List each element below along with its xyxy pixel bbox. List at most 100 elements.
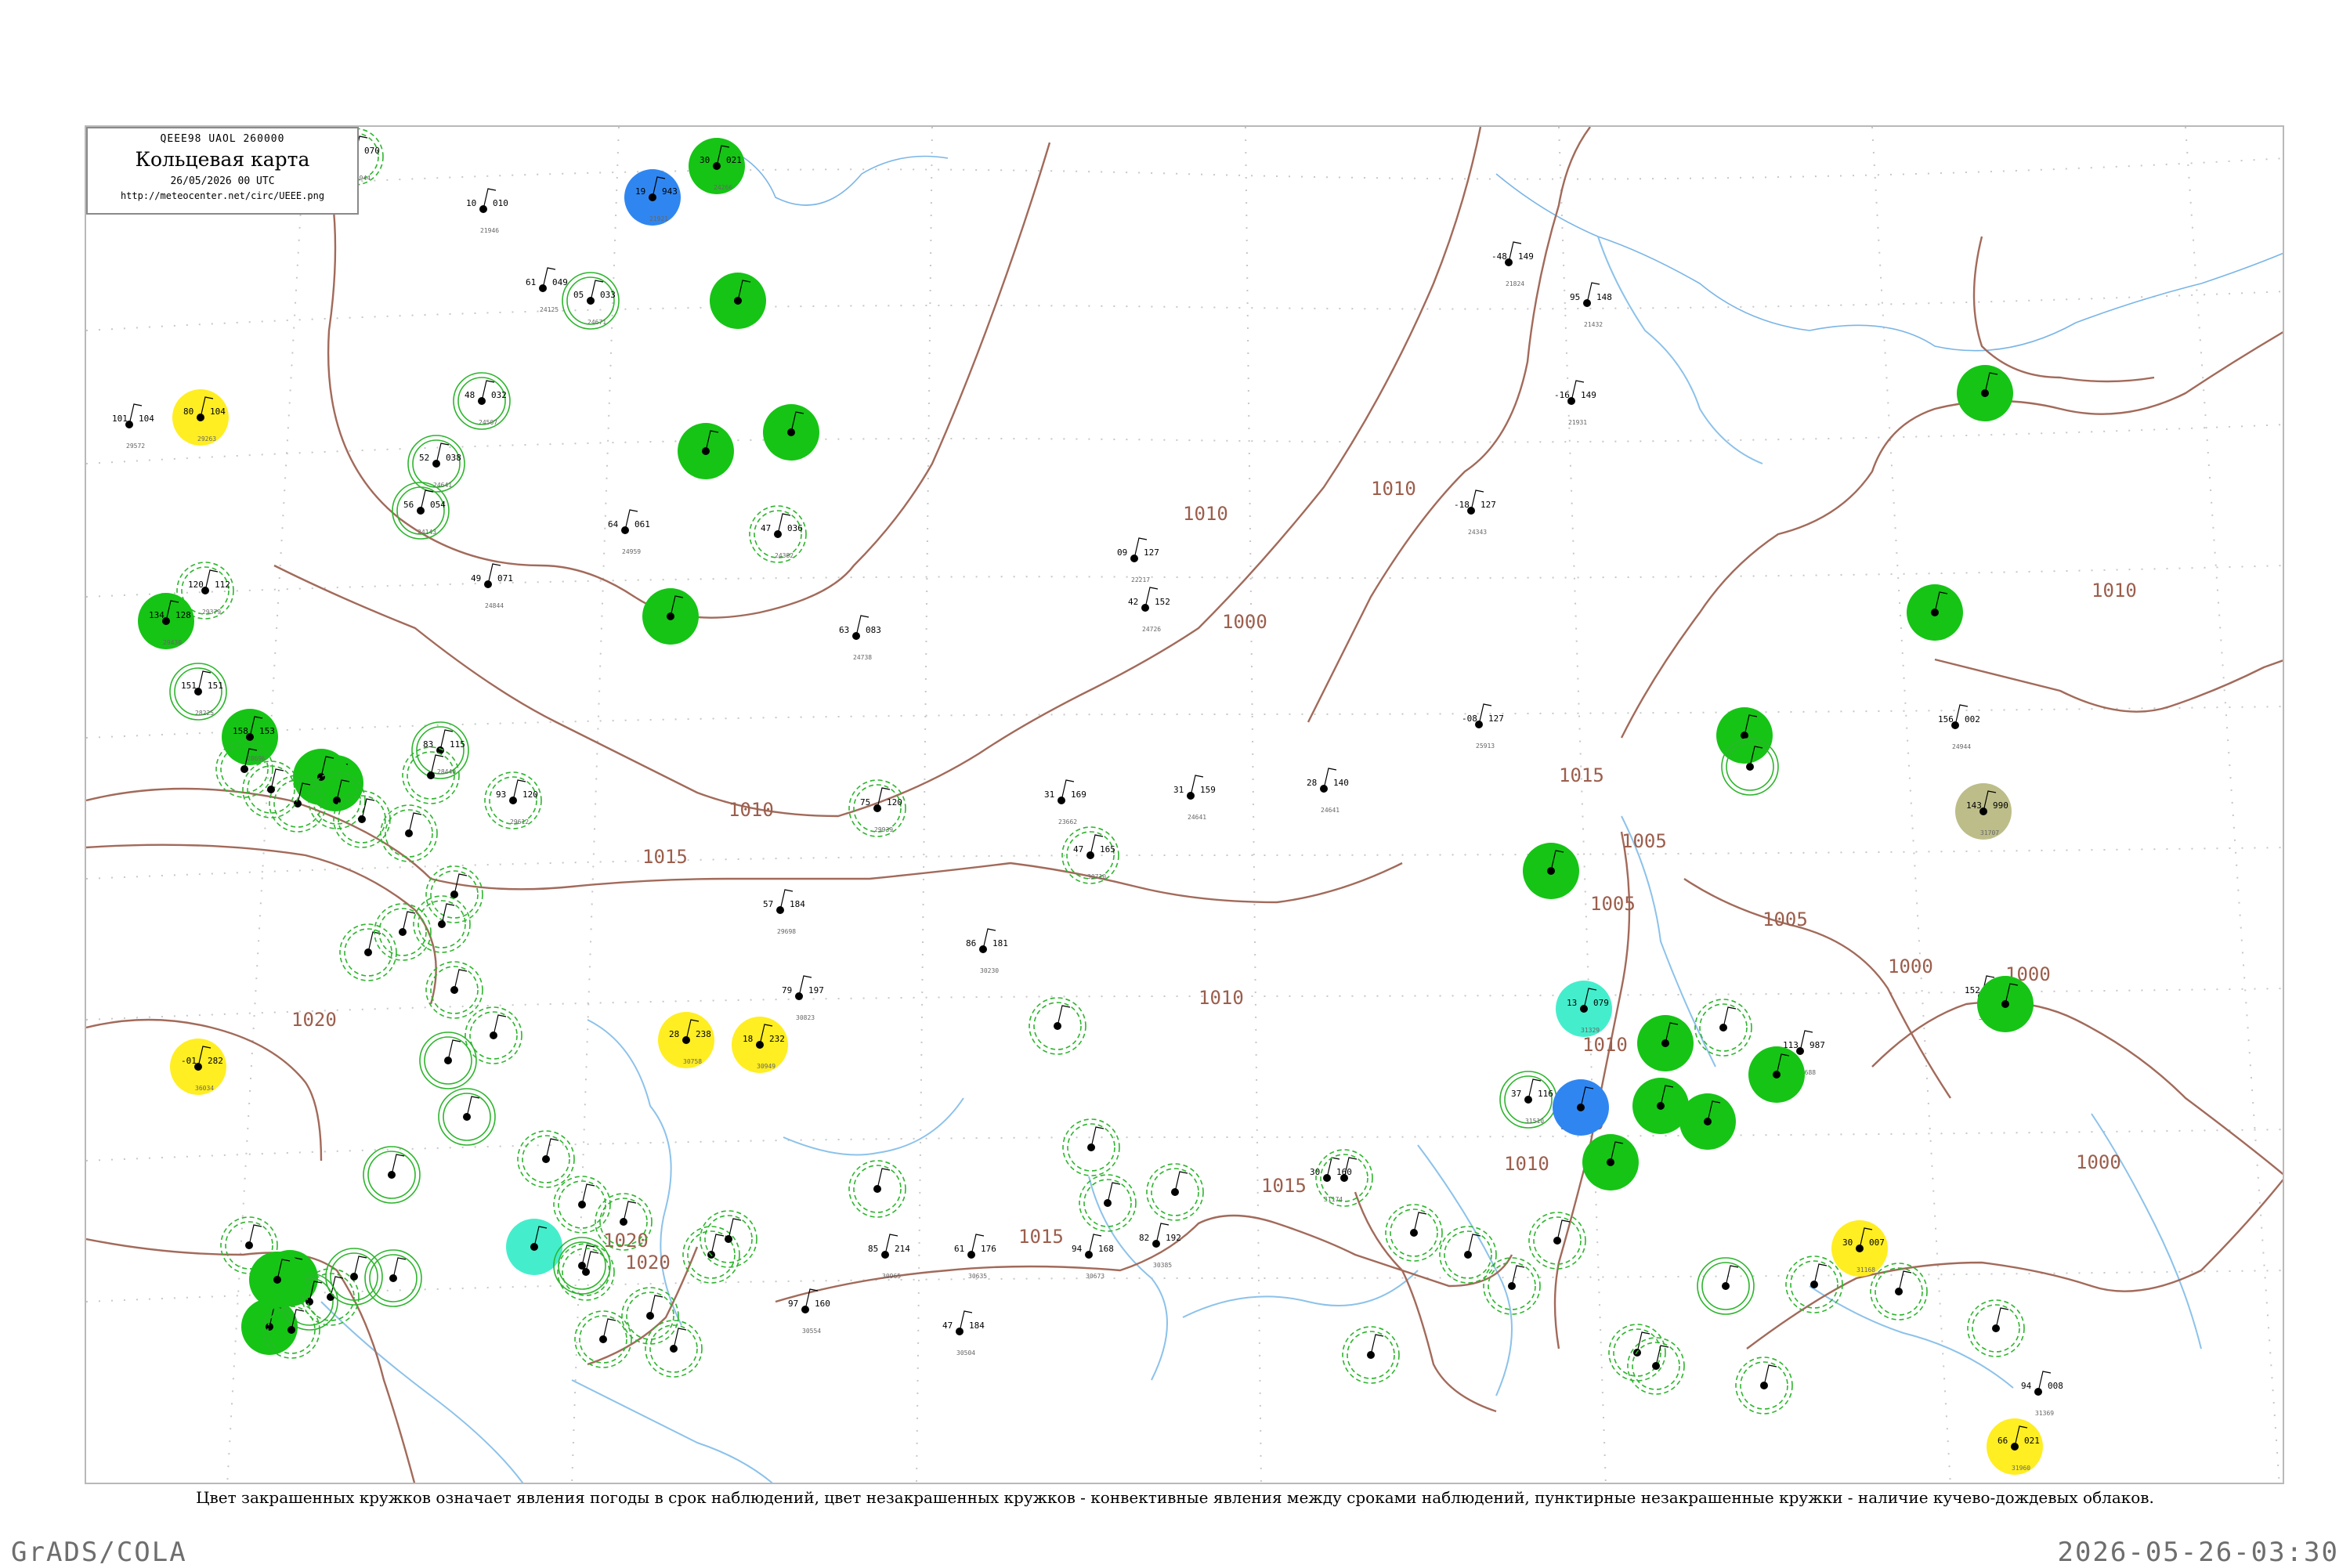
station-temperature: 30 <box>1842 1237 1853 1248</box>
software-credit: GrADS/COLA <box>11 1537 187 1568</box>
station-25: 28 140 24641 <box>1307 768 1349 814</box>
isobar-label: 1000 <box>2076 1151 2121 1173</box>
station-temperature: 30 <box>700 155 710 165</box>
station-index: 24266 <box>714 184 732 191</box>
map-title: Кольцевая карта <box>135 148 310 171</box>
station-pressure: 127 <box>1480 500 1496 510</box>
station-index: 31960 <box>2012 1465 2030 1472</box>
station-marker-40 <box>645 1320 703 1378</box>
station-index: 31168 <box>1856 1266 1875 1274</box>
station-10: 64 061 24959 <box>608 509 650 555</box>
station-54: 82 192 30385 <box>1139 1223 1181 1269</box>
bulletin-code: QEEE98 UAOL 260000 <box>160 133 285 145</box>
station-marker-32 <box>363 1146 421 1204</box>
station-51: 94 168 30673 <box>1072 1234 1114 1280</box>
station-marker-31 <box>438 1088 496 1146</box>
station-38: 143 990 31707 <box>1955 783 2012 840</box>
station-23: 31 169 23662 <box>1044 779 1086 826</box>
station-marker-12 <box>1694 999 1752 1057</box>
station-pressure: 238 <box>696 1029 711 1039</box>
station-index: 29263 <box>197 435 216 443</box>
station-marker-19 <box>1385 1204 1443 1262</box>
station-index: 29430 <box>163 639 182 646</box>
station-pressure: 184 <box>790 899 805 909</box>
station-index: 24671 <box>588 319 606 326</box>
station-pressure: 070 <box>364 146 380 156</box>
station-temperature: 31 <box>1173 785 1184 795</box>
station-pressure: 120 <box>522 789 538 800</box>
station-pressure: 128 <box>175 610 191 620</box>
station-marker-14 <box>1748 1046 1805 1103</box>
station-21: 93 120 29612 <box>484 771 542 829</box>
station-24: 31 159 24641 <box>1173 775 1216 821</box>
isobars <box>86 127 2283 1483</box>
station-index: 24641 <box>1321 807 1340 814</box>
station-marker-42 <box>517 1130 575 1188</box>
station-pressure: 987 <box>1810 1040 1825 1050</box>
station-marker-57 <box>249 1252 306 1308</box>
station-pressure: 038 <box>446 453 461 463</box>
station-pressure: 148 <box>1596 292 1612 302</box>
station-20: 83 11528440 <box>411 721 469 779</box>
station-temperature: -01 <box>181 1056 197 1066</box>
station-temperature: 75 <box>860 797 870 807</box>
station-index: 30710 <box>1087 873 1106 880</box>
station-temperature: -18 <box>1454 500 1470 510</box>
source-url[interactable]: http://meteocenter.net/circ/UEEE.png <box>88 190 357 201</box>
station-index: 21432 <box>1584 321 1603 328</box>
station-marker-11 <box>1637 1015 1694 1071</box>
station-marker-1 <box>763 404 819 461</box>
station-36: 66 021 31960 <box>1987 1418 2043 1475</box>
station-temperature: 18 <box>743 1034 753 1044</box>
station-marker-56 <box>325 1248 383 1306</box>
station-marker-67 <box>242 761 300 818</box>
station-temperature: -08 <box>1462 714 1477 724</box>
station-33: -01 282 36034 <box>170 1039 226 1095</box>
station-pressure: 010 <box>493 198 508 208</box>
isobar-label: 1000 <box>1888 956 1933 977</box>
station-pressure: 120 <box>887 797 902 807</box>
isobar-labels: 1015 1010 1010 1000 1005 1005 1010 1015 1000 1010… <box>291 478 2137 1274</box>
station-temperature: 47 <box>942 1321 953 1331</box>
station-11: 63 083 24738 <box>839 615 881 661</box>
station-index: 31329 <box>1581 1027 1600 1034</box>
station-marker-69 <box>402 746 460 804</box>
map-title-box: QEEE98 UAOL 260000 Кольцевая карта 26/05… <box>86 127 359 215</box>
station-temperature: 80 <box>183 406 193 417</box>
station-temperature: 05 <box>573 290 584 300</box>
station-44: -18 127 24343 <box>1454 490 1496 536</box>
station-31: 28 238 30758 <box>658 1012 714 1068</box>
station-marker-2 <box>678 423 734 479</box>
station-pressure: 079 <box>1593 998 1609 1008</box>
isobar-label: 1015 <box>642 846 688 868</box>
station-index: 30673 <box>1086 1273 1104 1280</box>
station-pressure: 192 <box>1166 1233 1181 1243</box>
station-temperature: -16 <box>1554 390 1570 400</box>
station-marker-41 <box>557 1243 615 1301</box>
station-marker-59 <box>374 903 432 961</box>
station-27: 47 165 30710 <box>1061 826 1119 884</box>
station-pressure: 008 <box>2048 1381 2063 1391</box>
station-marker-15 <box>1977 976 2034 1032</box>
station-temperature: 52 <box>419 453 429 463</box>
station-marker-17 <box>1029 997 1086 1055</box>
isobar-label: 1005 <box>1622 830 1667 852</box>
synoptic-map: 1015101010101000100510051010101510001010… <box>86 127 2283 1483</box>
station-temperature: -48 <box>1491 251 1507 262</box>
station-index: 30949 <box>757 1063 776 1070</box>
station-temperature: 152 <box>1965 985 1980 995</box>
station-pressure: 149 <box>1518 251 1534 262</box>
station-marker-37 <box>553 1237 611 1295</box>
station-index: 30758 <box>683 1058 702 1065</box>
station-marker-3 <box>642 588 699 645</box>
station-pressure: 032 <box>491 390 507 400</box>
station-index: 30504 <box>956 1349 975 1357</box>
station-temperature: 19 <box>635 186 645 197</box>
station-marker-49 <box>1146 1163 1204 1221</box>
station-temperature: 47 <box>761 523 771 533</box>
station-pressure: 943 <box>662 186 678 197</box>
station-pressure: 214 <box>895 1244 910 1254</box>
station-index: 30230 <box>980 967 999 974</box>
station-28: 57 184 29698 <box>763 889 805 935</box>
station-32: 18 232 30949 <box>732 1017 788 1073</box>
